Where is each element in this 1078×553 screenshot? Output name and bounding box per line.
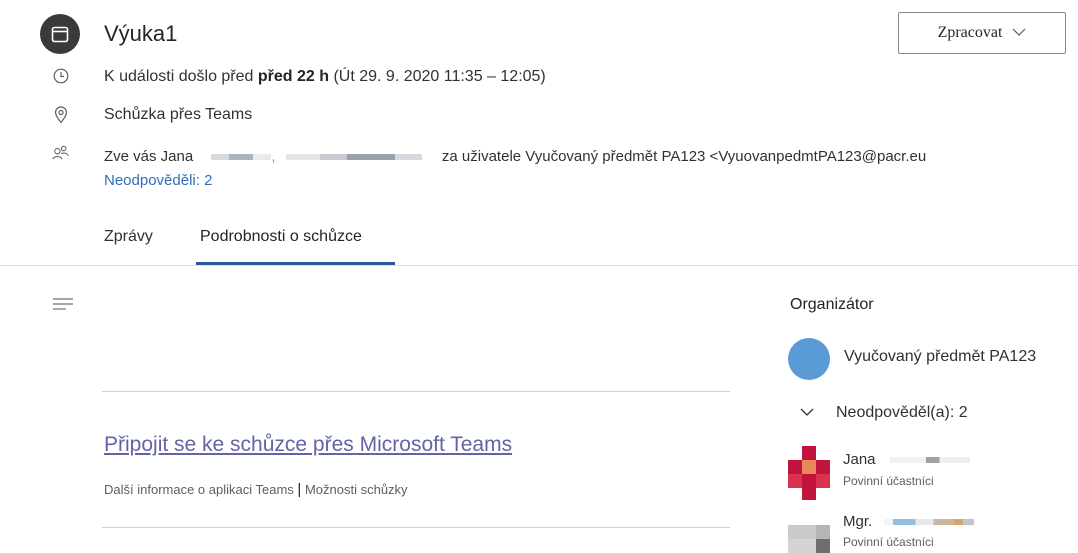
hamburger-icon[interactable] — [52, 296, 74, 312]
links-separator: | — [297, 481, 302, 498]
tab-messages[interactable]: Zprávy — [104, 228, 153, 246]
redacted-surname — [889, 457, 970, 464]
tabs-divider — [0, 265, 1078, 266]
chevron-down-icon — [800, 404, 814, 422]
tab-meeting-details[interactable]: Podrobnosti o schůzce — [200, 228, 362, 246]
invite-suffix: za uživatele Vyučovaný předmět PA123 <Vy… — [441, 148, 927, 165]
avatar — [788, 338, 830, 380]
location-pin-icon — [52, 106, 70, 124]
clock-icon — [52, 67, 70, 85]
body-divider-top — [102, 391, 730, 392]
body-divider-bottom — [102, 527, 730, 528]
time-range: (Út 29. 9. 2020 11:35 – 12:05) — [329, 68, 546, 85]
attendee-name: Mgr. — [843, 513, 873, 530]
no-response-link[interactable]: Neodpověděli: 2 — [104, 172, 212, 189]
no-response-group-label: Neodpověděl(a): 2 — [836, 404, 968, 421]
attendee-1-name[interactable]: Jana — [843, 451, 970, 468]
organizer-name[interactable]: Vyučovaný předmět PA123 — [844, 348, 1036, 366]
active-tab-indicator — [196, 262, 395, 265]
invite-prefix: Zve vás Jana — [104, 148, 194, 165]
event-organizer-line: Zve vás Jana , za uživatele Vyučovaný př… — [104, 148, 927, 165]
respond-button-label: Zpracovat — [937, 24, 1003, 41]
redacted-surname-2 — [285, 154, 422, 161]
time-prefix: K události došlo před — [104, 68, 258, 85]
attendee-name: Jana — [843, 451, 876, 468]
event-location: Schůzka přes Teams — [104, 106, 253, 123]
avatar — [788, 446, 830, 500]
attendee-1-role: Povinní účastníci — [843, 474, 934, 488]
respond-button[interactable]: Zpracovat — [898, 12, 1066, 54]
attendee-2-role: Povinní účastníci — [843, 535, 934, 549]
event-time: K události došlo před před 22 h (Út 29. … — [104, 68, 546, 86]
avatar — [788, 512, 830, 553]
event-title: Výuka1 — [104, 21, 178, 46]
people-icon — [52, 144, 70, 162]
teams-links: Další informace o aplikaci Teams | Možno… — [104, 481, 408, 498]
redacted-surname — [884, 519, 975, 526]
attendee-2-name[interactable]: Mgr. — [843, 513, 975, 530]
calendar-icon — [40, 14, 80, 54]
time-relative: před 22 h — [257, 68, 330, 85]
no-response-group-toggle[interactable]: Neodpověděl(a): 2 — [800, 404, 968, 422]
redacted-surname — [211, 154, 272, 161]
teams-info-link[interactable]: Další informace o aplikaci Teams — [104, 482, 294, 497]
meeting-options-link[interactable]: Možnosti schůzky — [305, 482, 408, 497]
organizer-heading: Organizátor — [790, 296, 874, 313]
chevron-down-icon — [1012, 24, 1026, 42]
join-teams-meeting-link[interactable]: Připojit se ke schůzce přes Microsoft Te… — [104, 433, 512, 457]
